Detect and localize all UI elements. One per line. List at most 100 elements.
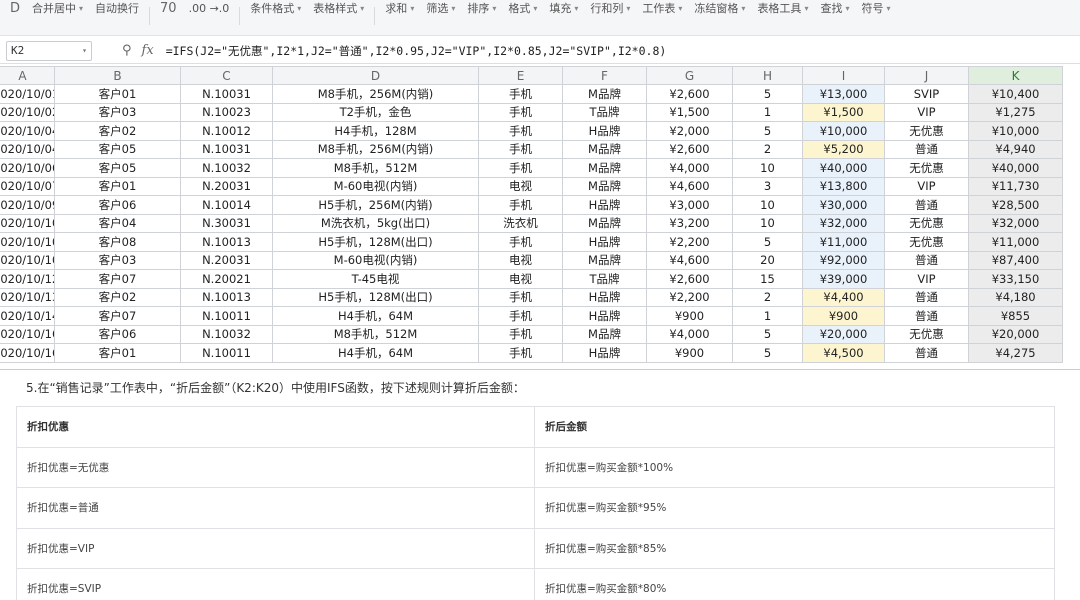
- toolbar-item[interactable]: 行和列 ▾: [584, 0, 636, 20]
- cell-k[interactable]: ¥1,275: [968, 102, 1063, 122]
- cell-a[interactable]: 2020/10/04: [0, 121, 55, 141]
- cell-e[interactable]: 手机: [478, 195, 563, 215]
- column-header-f[interactable]: F: [562, 66, 647, 85]
- cell-e[interactable]: 手机: [478, 287, 563, 307]
- cell-f[interactable]: M品牌: [562, 250, 647, 270]
- cell-f[interactable]: M品牌: [562, 84, 647, 104]
- cell-k[interactable]: ¥33,150: [968, 269, 1063, 289]
- cell-a[interactable]: 2020/10/09: [0, 195, 55, 215]
- cell-a[interactable]: 2020/10/16: [0, 343, 55, 363]
- cell-h[interactable]: 2: [732, 287, 803, 307]
- cell-b[interactable]: 客户01: [54, 176, 181, 196]
- cell-e[interactable]: 手机: [478, 102, 563, 122]
- cell-a[interactable]: 2020/10/04: [0, 139, 55, 159]
- cell-f[interactable]: H品牌: [562, 195, 647, 215]
- cell-d[interactable]: H5手机，256M(内销): [272, 195, 479, 215]
- cell-d[interactable]: M-60电视(内销): [272, 250, 479, 270]
- cell-b[interactable]: 客户02: [54, 287, 181, 307]
- column-header-a[interactable]: A: [0, 66, 55, 85]
- cell-d[interactable]: H5手机，128M(出口): [272, 287, 479, 307]
- cell-g[interactable]: ¥2,200: [646, 232, 733, 252]
- cell-c[interactable]: N.20021: [180, 269, 273, 289]
- cell-h[interactable]: 15: [732, 269, 803, 289]
- toolbar-item[interactable]: 符号 ▾: [855, 0, 896, 20]
- cell-i[interactable]: ¥4,400: [802, 287, 885, 307]
- cell-g[interactable]: ¥3,000: [646, 195, 733, 215]
- cell-e[interactable]: 手机: [478, 84, 563, 104]
- cell-h[interactable]: 1: [732, 102, 803, 122]
- cell-d[interactable]: M8手机，256M(内销): [272, 139, 479, 159]
- cell-c[interactable]: N.10031: [180, 84, 273, 104]
- cell-d[interactable]: H5手机，128M(出口): [272, 232, 479, 252]
- cell-f[interactable]: H品牌: [562, 232, 647, 252]
- cell-c[interactable]: N.10032: [180, 324, 273, 344]
- toolbar-item[interactable]: 冻结窗格 ▾: [688, 0, 751, 20]
- cell-i[interactable]: ¥900: [802, 306, 885, 326]
- cell-f[interactable]: H品牌: [562, 121, 647, 141]
- name-box[interactable]: K2 ▾: [6, 40, 92, 61]
- column-header-d[interactable]: D: [272, 66, 479, 85]
- column-header-j[interactable]: J: [884, 66, 969, 85]
- cell-k[interactable]: ¥4,940: [968, 139, 1063, 159]
- cell-c[interactable]: N.10011: [180, 343, 273, 363]
- toolbar-item[interactable]: D: [4, 0, 26, 20]
- cell-f[interactable]: H品牌: [562, 287, 647, 307]
- cell-j[interactable]: 普通: [884, 195, 969, 215]
- cell-j[interactable]: 普通: [884, 139, 969, 159]
- cell-b[interactable]: 客户05: [54, 158, 181, 178]
- cell-g[interactable]: ¥900: [646, 343, 733, 363]
- cell-h[interactable]: 3: [732, 176, 803, 196]
- cell-g[interactable]: ¥4,600: [646, 176, 733, 196]
- cell-j[interactable]: 普通: [884, 343, 969, 363]
- column-header-h[interactable]: H: [732, 66, 803, 85]
- cell-i[interactable]: ¥1,500: [802, 102, 885, 122]
- cell-b[interactable]: 客户03: [54, 102, 181, 122]
- cell-j[interactable]: VIP: [884, 269, 969, 289]
- cell-k[interactable]: ¥40,000: [968, 158, 1063, 178]
- cell-b[interactable]: 客户01: [54, 84, 181, 104]
- cell-k[interactable]: ¥10,000: [968, 121, 1063, 141]
- cell-k[interactable]: ¥28,500: [968, 195, 1063, 215]
- cell-b[interactable]: 客户03: [54, 250, 181, 270]
- cell-j[interactable]: SVIP: [884, 84, 969, 104]
- cell-f[interactable]: H品牌: [562, 306, 647, 326]
- cell-g[interactable]: ¥4,000: [646, 324, 733, 344]
- cell-b[interactable]: 客户07: [54, 306, 181, 326]
- cell-c[interactable]: N.10011: [180, 306, 273, 326]
- cell-k[interactable]: ¥11,000: [968, 232, 1063, 252]
- column-header-g[interactable]: G: [646, 66, 733, 85]
- cell-e[interactable]: 手机: [478, 343, 563, 363]
- toolbar-item[interactable]: 格式 ▾: [502, 0, 543, 20]
- cell-g[interactable]: ¥2,200: [646, 287, 733, 307]
- cell-e[interactable]: 手机: [478, 139, 563, 159]
- toolbar-item[interactable]: .00 →.0: [183, 0, 236, 20]
- toolbar-item[interactable]: 合并居中 ▾: [26, 0, 89, 20]
- cell-b[interactable]: 客户05: [54, 139, 181, 159]
- cell-a[interactable]: 2020/10/12: [0, 269, 55, 289]
- cell-k[interactable]: ¥32,000: [968, 213, 1063, 233]
- toolbar-item[interactable]: 排序 ▾: [461, 0, 502, 20]
- cell-g[interactable]: ¥2,600: [646, 269, 733, 289]
- column-header-i[interactable]: I: [802, 66, 885, 85]
- cell-f[interactable]: M品牌: [562, 324, 647, 344]
- cell-c[interactable]: N.20031: [180, 176, 273, 196]
- cell-k[interactable]: ¥87,400: [968, 250, 1063, 270]
- cell-a[interactable]: 2020/10/13: [0, 287, 55, 307]
- cell-b[interactable]: 客户08: [54, 232, 181, 252]
- cell-b[interactable]: 客户06: [54, 324, 181, 344]
- cell-i[interactable]: ¥20,000: [802, 324, 885, 344]
- cell-g[interactable]: ¥2,000: [646, 121, 733, 141]
- cell-i[interactable]: ¥32,000: [802, 213, 885, 233]
- cell-e[interactable]: 手机: [478, 324, 563, 344]
- cell-b[interactable]: 客户06: [54, 195, 181, 215]
- cell-g[interactable]: ¥2,600: [646, 139, 733, 159]
- column-header-k[interactable]: K: [968, 66, 1063, 85]
- cell-c[interactable]: N.30031: [180, 213, 273, 233]
- cell-f[interactable]: M品牌: [562, 213, 647, 233]
- cell-h[interactable]: 10: [732, 158, 803, 178]
- cell-a[interactable]: 2020/10/01: [0, 84, 55, 104]
- toolbar-item[interactable]: 填充 ▾: [543, 0, 584, 20]
- toolbar-item[interactable]: 工作表 ▾: [636, 0, 688, 20]
- cell-c[interactable]: N.10031: [180, 139, 273, 159]
- cell-d[interactable]: M-60电视(内销): [272, 176, 479, 196]
